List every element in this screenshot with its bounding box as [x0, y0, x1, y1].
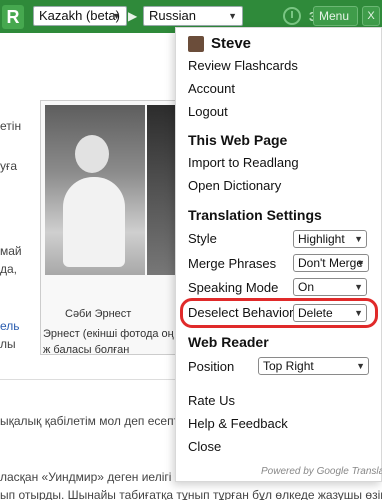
- menu-item-review-flashcards[interactable]: Review Flashcards: [188, 58, 298, 73]
- chevron-down-icon: ▼: [356, 361, 365, 371]
- setting-label-style: Style: [188, 231, 217, 246]
- setting-label-position: Position: [188, 359, 235, 374]
- merge-phrases-select-value: Don't Merge: [298, 256, 363, 270]
- paragraph-line: лаcқан «Уиндмир» деген иелігі бо: [0, 470, 189, 484]
- target-language-value: Russian: [149, 8, 196, 23]
- position-select[interactable]: Top Right ▼: [258, 357, 369, 375]
- text-fragment: етін: [0, 119, 22, 133]
- text-fragment: да,: [0, 262, 18, 276]
- deselect-behavior-select[interactable]: Delete ▼: [293, 304, 367, 322]
- chevron-down-icon: ▼: [354, 308, 363, 318]
- style-select[interactable]: Highlight ▼: [293, 230, 367, 248]
- divider: [0, 379, 175, 380]
- powered-by-google-translate: Powered by Google Translate: [261, 466, 382, 477]
- menu-item-logout[interactable]: Logout: [188, 104, 228, 119]
- readlang-logo[interactable]: R: [2, 5, 24, 29]
- text-fragment: лы: [0, 337, 16, 351]
- speaking-mode-select-value: On: [298, 280, 315, 294]
- baby-photo: [45, 105, 145, 275]
- settings-menu: Steve Review Flashcards Account Logout T…: [175, 27, 382, 482]
- chevron-down-icon: ▼: [228, 11, 237, 21]
- menu-item-account[interactable]: Account: [188, 81, 235, 96]
- timer-icon: [283, 7, 301, 25]
- arrow-right-icon: ▶: [128, 9, 138, 23]
- deselect-behavior-select-value: Delete: [298, 306, 333, 320]
- chevron-down-icon: ▼: [112, 11, 121, 21]
- menu-item-open-dictionary[interactable]: Open Dictionary: [188, 178, 281, 193]
- menu-item-rate-us[interactable]: Rate Us: [188, 393, 235, 408]
- chevron-down-icon: ▼: [356, 258, 365, 268]
- section-header-web-reader: Web Reader: [188, 334, 269, 350]
- paragraph-line: ып отырды. Шынайы табиғатқа тұнып тұрған…: [0, 488, 382, 500]
- chevron-down-icon: ▼: [354, 282, 363, 292]
- menu-item-close[interactable]: Close: [188, 439, 221, 454]
- style-select-value: Highlight: [298, 232, 345, 246]
- close-button[interactable]: X: [362, 6, 380, 26]
- section-header-web-page: This Web Page: [188, 132, 288, 148]
- photo-caption-description: Эрнест (екінші фотода оң ж баласы болған: [43, 328, 174, 356]
- source-language-select[interactable]: Kazakh (beta) ▼: [33, 6, 127, 26]
- text-fragment: май: [0, 244, 22, 258]
- menu-button[interactable]: Menu ▾: [313, 6, 358, 41]
- user-name: Steve: [211, 35, 252, 52]
- target-language-select[interactable]: Russian ▼: [143, 6, 243, 26]
- text-fragment: уға: [0, 159, 18, 173]
- merge-phrases-select[interactable]: Don't Merge ▼: [293, 254, 369, 272]
- photo-caption: Сәби Эрнест: [65, 308, 132, 320]
- source-language-value: Kazakh (beta): [39, 8, 120, 23]
- setting-label-speaking-mode: Speaking Mode: [188, 280, 279, 295]
- article-link[interactable]: ель: [0, 319, 20, 333]
- setting-label-deselect-behavior: Deselect Behavior: [188, 305, 294, 320]
- chevron-down-icon: ▼: [354, 234, 363, 244]
- position-select-value: Top Right: [263, 359, 314, 373]
- section-header-translation-settings: Translation Settings: [188, 207, 322, 223]
- speaking-mode-select[interactable]: On ▼: [293, 278, 367, 296]
- menu-item-help-feedback[interactable]: Help & Feedback: [188, 416, 288, 431]
- setting-label-merge-phrases: Merge Phrases: [188, 256, 277, 271]
- avatar: [188, 36, 204, 52]
- menu-item-import[interactable]: Import to Readlang: [188, 155, 299, 170]
